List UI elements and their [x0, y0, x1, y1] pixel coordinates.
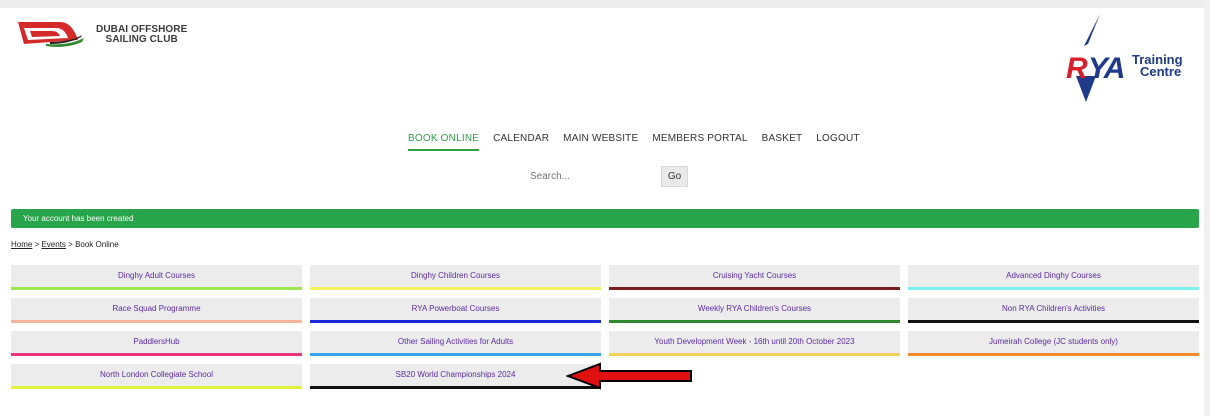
- category-north-london-collegiate-school[interactable]: North London Collegiate School: [11, 364, 302, 389]
- red-arrow-annotation-icon: [566, 362, 692, 390]
- rya-text-centre: Centre: [1140, 64, 1182, 79]
- nav-basket[interactable]: BASKET: [762, 133, 803, 151]
- category-sb20-world-championships-2024[interactable]: SB20 World Championships 2024: [310, 364, 601, 389]
- category-weekly-rya-childrens-courses[interactable]: Weekly RYA Children's Courses: [609, 298, 900, 323]
- club-logo[interactable]: DUBAI OFFSHORE SAILING CLUB: [16, 18, 236, 58]
- nav-book-online[interactable]: BOOK ONLINE: [408, 133, 480, 151]
- nav-logout[interactable]: LOGOUT: [816, 133, 859, 151]
- rya-mark-ya: YA: [1088, 52, 1125, 85]
- nav-main-website[interactable]: MAIN WEBSITE: [563, 133, 638, 151]
- category-youth-development-week[interactable]: Youth Development Week - 16th until 20th…: [609, 331, 900, 356]
- category-dinghy-children-courses[interactable]: Dinghy Children Courses: [310, 265, 601, 290]
- nav-members-portal[interactable]: MEMBERS PORTAL: [652, 133, 747, 151]
- sail-logo-icon: [18, 22, 84, 47]
- breadcrumb-current: Book Online: [75, 240, 119, 249]
- breadcrumb-separator: >: [65, 240, 76, 249]
- club-name: DUBAI OFFSHORE SAILING CLUB: [96, 25, 187, 45]
- breadcrumb-events-link[interactable]: Events: [41, 240, 65, 249]
- breadcrumb-home-link[interactable]: Home: [11, 240, 32, 249]
- category-race-squad-programme[interactable]: Race Squad Programme: [11, 298, 302, 323]
- search-input[interactable]: [520, 166, 652, 186]
- category-rya-powerboat-courses[interactable]: RYA Powerboat Courses: [310, 298, 601, 323]
- category-non-rya-childrens-activities[interactable]: Non RYA Children's Activities: [908, 298, 1199, 323]
- search-go-button[interactable]: Go: [661, 166, 688, 187]
- success-alert: Your account has been created: [11, 209, 1199, 228]
- nav-calendar[interactable]: CALENDAR: [493, 133, 549, 151]
- rya-training-centre-logo: R YA Training Centre: [1060, 14, 1190, 104]
- category-cruising-yacht-courses[interactable]: Cruising Yacht Courses: [609, 265, 900, 290]
- category-jumeirah-college[interactable]: Jumeirah College (JC students only): [908, 331, 1199, 356]
- category-dinghy-adult-courses[interactable]: Dinghy Adult Courses: [11, 265, 302, 290]
- category-paddlershub[interactable]: PaddlersHub: [11, 331, 302, 356]
- category-other-sailing-activities-adults[interactable]: Other Sailing Activities for Adults: [310, 331, 601, 356]
- breadcrumb: Home > Events > Book Online: [11, 240, 119, 249]
- top-bar: [0, 0, 1210, 8]
- club-name-line2: SAILING CLUB: [105, 34, 178, 45]
- category-advanced-dinghy-courses[interactable]: Advanced Dinghy Courses: [908, 265, 1199, 290]
- scrollbar[interactable]: [1204, 0, 1210, 416]
- rya-mark-r: R: [1066, 52, 1088, 85]
